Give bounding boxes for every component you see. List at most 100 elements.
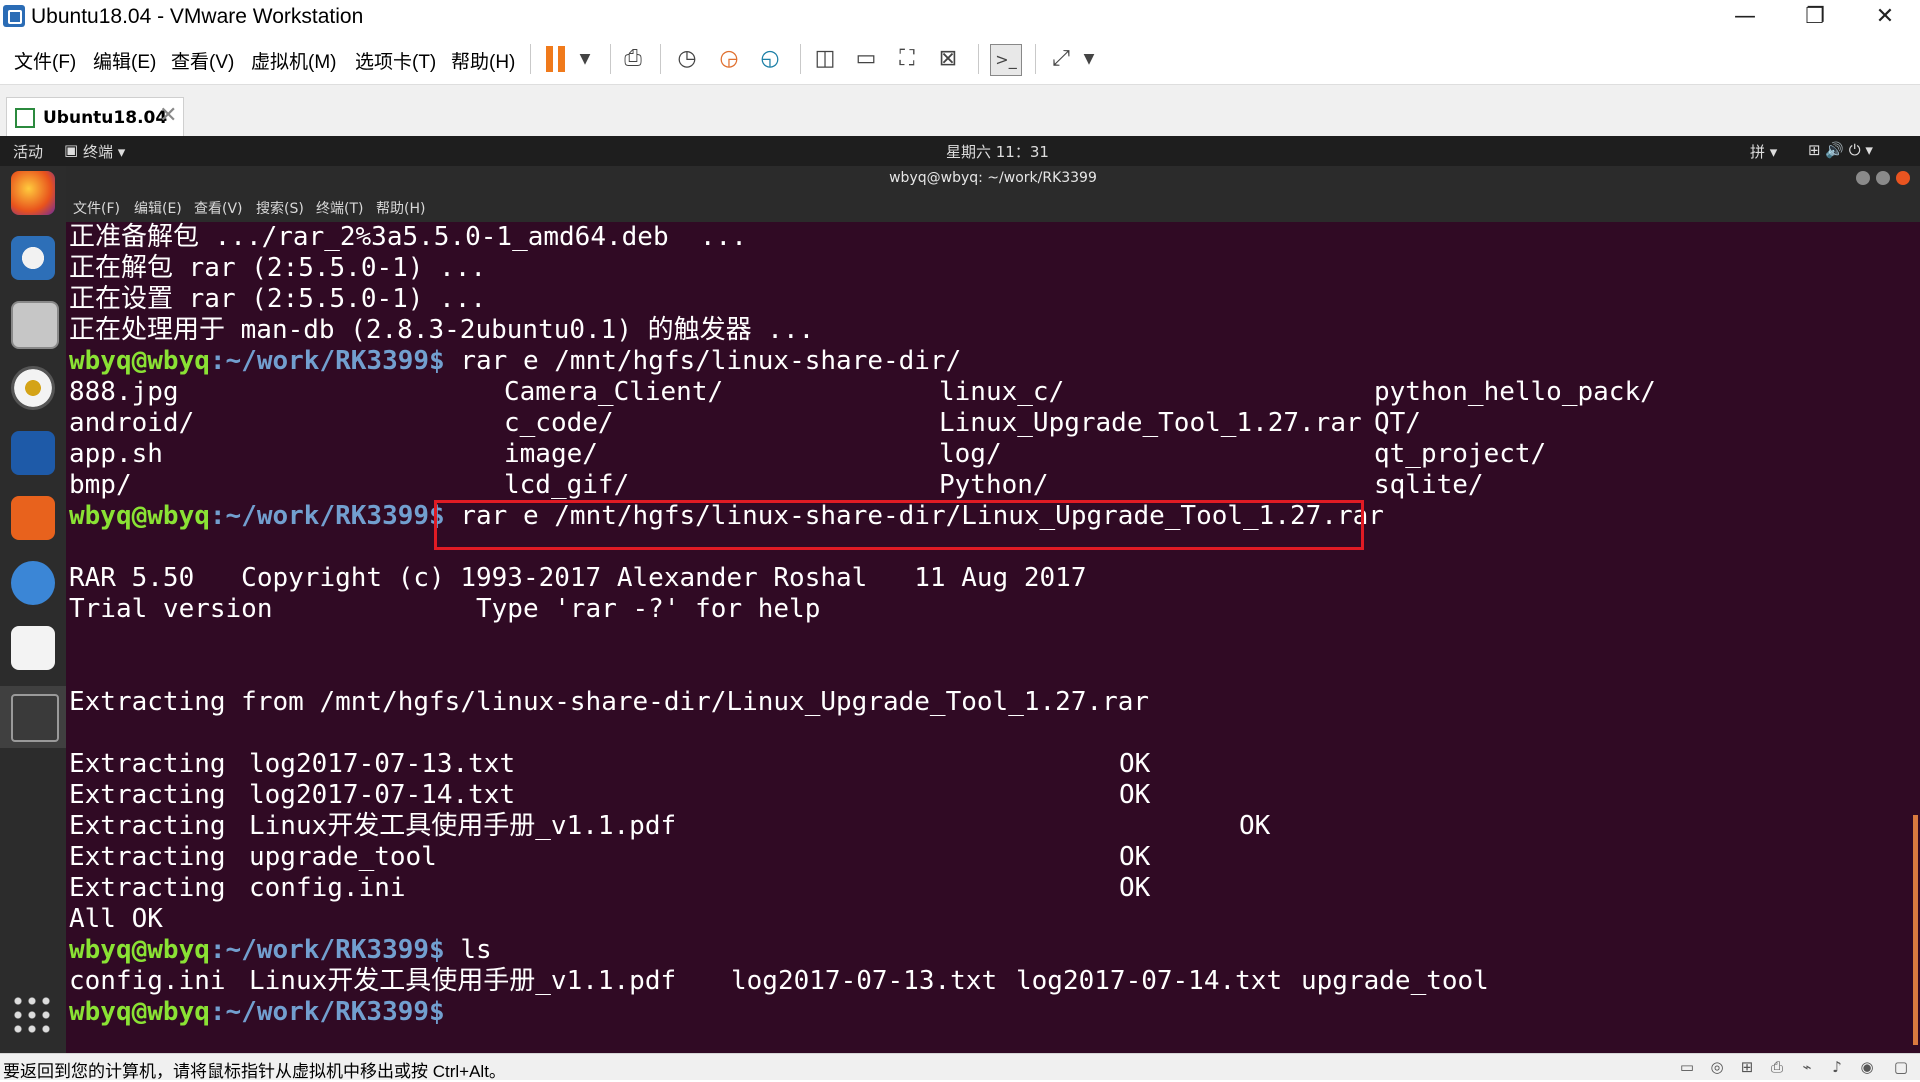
snapshot-manager-icon[interactable]: ◵: [755, 44, 785, 74]
minimize-icon[interactable]: [1856, 171, 1870, 185]
extract-status: OK: [1239, 811, 1271, 841]
terminal-icon[interactable]: [11, 694, 59, 742]
menu-file[interactable]: 文件(F): [14, 47, 76, 74]
command-text: ls: [444, 935, 492, 965]
pause-icon[interactable]: [546, 46, 566, 72]
terminal-menubar: 文件(F) 编辑(E) 查看(V) 搜索(S) 终端(T) 帮助(H): [66, 190, 1920, 222]
stretch-view-icon[interactable]: ⤢: [1046, 44, 1076, 74]
input-method-indicator[interactable]: 拼 ▾: [1750, 141, 1777, 162]
list-item: 888.jpg: [69, 377, 179, 407]
list-item: Python/: [939, 470, 1049, 500]
menu-vm[interactable]: 虚拟机(M): [251, 47, 336, 74]
firefox-icon[interactable]: [11, 171, 55, 215]
toolbar-separator: [610, 44, 611, 74]
tab-ubuntu[interactable]: Ubuntu18.04 ✕: [6, 97, 184, 138]
menu-tabs[interactable]: 选项卡(T): [355, 47, 436, 74]
list-item: Linux_Upgrade_Tool_1.27.rar: [939, 408, 1362, 438]
message-icon[interactable]: ▢: [1892, 1058, 1910, 1076]
extract-label: Extracting: [69, 842, 226, 872]
tab-label: Ubuntu18.04: [43, 108, 168, 128]
fullscreen-icon[interactable]: ⛶: [892, 44, 922, 74]
menu-view[interactable]: 查看(V): [171, 47, 234, 74]
extract-label: Extracting: [69, 749, 226, 779]
prompt-line: wbyq@wbyq:~/work/RK3399$ rar e /mnt/hgfs…: [69, 346, 961, 377]
listing-col-2: Camera_Client/c_code/image/lcd_gif/: [504, 377, 723, 501]
list-item: log/: [939, 439, 1002, 469]
close-icon[interactable]: ✕: [159, 103, 177, 128]
terminal-menu-terminal[interactable]: 终端(T): [316, 198, 363, 218]
cd-dvd-icon[interactable]: ◎: [1708, 1058, 1726, 1076]
sound-icon[interactable]: ♪: [1828, 1058, 1846, 1076]
minimize-button[interactable]: —: [1710, 0, 1780, 34]
toolbar-separator: [1035, 44, 1036, 74]
prompt-user: wbyq@wbyq: [69, 346, 210, 376]
extract-status: OK: [1119, 749, 1151, 779]
help-icon[interactable]: [11, 561, 55, 605]
software-center-icon[interactable]: [11, 496, 55, 540]
restore-button[interactable]: ❐: [1780, 0, 1850, 34]
extract-label: Extracting: [69, 811, 226, 841]
vmware-menubar: 文件(F) 编辑(E) 查看(V) 虚拟机(M) 选项卡(T) 帮助(H) ▼ …: [0, 34, 1920, 84]
terminal-output[interactable]: 正准备解包 .../rar_2%3a5.5.0-1_amd64.deb ... …: [66, 222, 1920, 1053]
unity-icon[interactable]: ⊠: [933, 44, 963, 74]
extract-line: Extracting Linux开发工具使用手册_v1.1.pdf OK: [69, 811, 1270, 842]
libreoffice-writer-icon[interactable]: [11, 431, 55, 475]
amazon-icon[interactable]: [11, 626, 55, 670]
ls-item: log2017-07-13.txt: [731, 966, 998, 996]
prompt-line: wbyq@wbyq:~/work/RK3399$ ls: [69, 935, 492, 966]
extract-status: OK: [1119, 780, 1151, 810]
sidebar-toggle-icon[interactable]: ◫: [810, 44, 840, 74]
chevron-down-icon[interactable]: ▼: [1074, 44, 1104, 74]
extract-line: Extracting log2017-07-14.txt OK: [69, 780, 1150, 811]
send-ctrl-alt-del-icon[interactable]: ⎙: [618, 44, 648, 74]
list-item: qt_project/: [1374, 439, 1547, 469]
extract-file: upgrade_tool: [249, 842, 437, 872]
list-item: c_code/: [504, 408, 614, 438]
activities-button[interactable]: 活动: [13, 141, 43, 162]
menu-edit[interactable]: 编辑(E): [93, 47, 156, 74]
command-text: rar e /mnt/hgfs/linux-share-dir/: [444, 346, 962, 376]
window-title: Ubuntu18.04 - VMware Workstation: [31, 5, 364, 28]
extract-line: Extracting upgrade_tool OK: [69, 842, 1150, 873]
files-icon[interactable]: [11, 301, 59, 349]
terminal-menu-help[interactable]: 帮助(H): [376, 198, 425, 218]
thumbnail-bar-icon[interactable]: ▭: [851, 44, 881, 74]
printer-icon[interactable]: ⎙: [1768, 1058, 1786, 1076]
terminal-titlebar: wbyq@wbyq: ~/work/RK3399: [66, 166, 1920, 190]
toolbar-separator: [978, 44, 979, 74]
console-view-icon[interactable]: >_: [990, 44, 1022, 76]
prompt-line: wbyq@wbyq:~/work/RK3399$: [69, 997, 445, 1028]
listing-col-4: python_hello_pack/QT/qt_project/sqlite/: [1374, 377, 1656, 501]
revert-snapshot-icon[interactable]: ◶: [714, 44, 744, 74]
output-line: Trial version Type 'rar -?' for help: [69, 594, 821, 624]
terminal-menu-file[interactable]: 文件(F): [73, 198, 120, 218]
clock[interactable]: 星期六 11：31: [946, 141, 1049, 162]
app-menu[interactable]: 终端 ▾: [83, 141, 125, 162]
maximize-icon[interactable]: [1876, 171, 1890, 185]
prompt-user: wbyq@wbyq: [69, 501, 210, 531]
listing-col-1: 888.jpg android/app.sh bmp/: [69, 377, 194, 501]
ls-item: log2017-07-14.txt: [1016, 966, 1283, 996]
toolbar-separator: [800, 44, 801, 74]
list-item: Camera_Client/: [504, 377, 724, 407]
close-button[interactable]: ✕: [1850, 0, 1920, 34]
terminal-scrollbar[interactable]: [1913, 815, 1918, 1045]
rhythmbox-icon[interactable]: [11, 366, 55, 410]
hard-disk-icon[interactable]: ▭: [1678, 1058, 1696, 1076]
snapshot-icon[interactable]: ◷: [672, 44, 702, 74]
show-applications-icon[interactable]: [11, 994, 55, 1038]
network-icon[interactable]: ⊞: [1738, 1058, 1756, 1076]
display-icon[interactable]: ◉: [1858, 1058, 1876, 1076]
usb-icon[interactable]: ⌁: [1798, 1058, 1816, 1076]
chevron-down-icon[interactable]: ▼: [570, 44, 600, 74]
thunderbird-icon[interactable]: [11, 236, 55, 280]
terminal-menu-search[interactable]: 搜索(S): [256, 198, 304, 218]
terminal-menu-view[interactable]: 查看(V): [194, 198, 243, 218]
terminal-menu-edit[interactable]: 编辑(E): [134, 198, 182, 218]
menu-help[interactable]: 帮助(H): [451, 47, 515, 74]
listing-col-3: linux_c/Linux_Upgrade_Tool_1.27.rar log/P…: [939, 377, 1362, 501]
list-item: python_hello_pack/: [1374, 377, 1656, 407]
close-icon[interactable]: [1896, 171, 1910, 185]
vmware-app-icon: [3, 5, 25, 27]
system-menu[interactable]: ⊞ 🔊 ⏻ ▾: [1808, 141, 1873, 159]
